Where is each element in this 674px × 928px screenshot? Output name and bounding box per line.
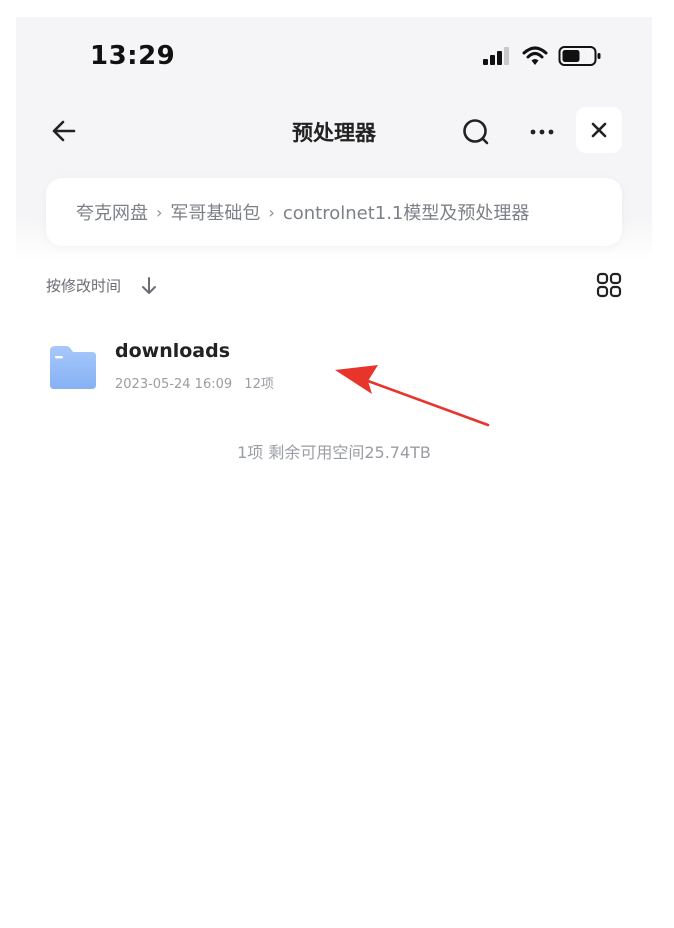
file-list-item[interactable]: downloads 2023-05-24 16:09 12项 xyxy=(46,335,622,401)
folder-icon xyxy=(50,346,96,389)
file-modified-time: 2023-05-24 16:09 xyxy=(115,377,233,392)
search-icon[interactable] xyxy=(460,116,492,148)
breadcrumb-separator: › xyxy=(156,202,163,222)
sort-arrow-down-icon[interactable] xyxy=(140,276,158,296)
status-time: 13:29 xyxy=(90,41,176,71)
battery-icon xyxy=(558,46,601,66)
breadcrumb-item-basic-pack[interactable]: 军哥基础包 xyxy=(170,199,260,225)
wifi-icon xyxy=(522,46,548,65)
sort-toolbar: 按修改时间 xyxy=(46,272,622,300)
storage-summary: 1项 剩余可用空间25.74TB xyxy=(237,443,431,462)
status-icons xyxy=(482,44,602,68)
breadcrumb-item-root[interactable]: 夸克网盘 xyxy=(76,199,148,225)
grid-view-icon[interactable] xyxy=(596,272,622,298)
phone-screen: 13:29 预处理器 夸克网盘 › 军哥基础包 › controlnet1.1模… xyxy=(16,17,652,928)
breadcrumb: 夸克网盘 › 军哥基础包 › controlnet1.1模型及预处理器 xyxy=(46,178,622,246)
file-meta: 2023-05-24 16:09 12项 xyxy=(115,373,282,392)
navigation-bar: 预处理器 xyxy=(16,107,652,157)
more-icon[interactable] xyxy=(526,116,558,148)
breadcrumb-separator: › xyxy=(268,202,275,222)
breadcrumb-item-controlnet[interactable]: controlnet1.1模型及预处理器 xyxy=(283,199,530,225)
signal-icon xyxy=(483,47,509,65)
status-bar: 13:29 xyxy=(16,17,652,97)
sort-by-modified-button[interactable]: 按修改时间 xyxy=(46,275,121,296)
close-icon xyxy=(591,122,607,138)
file-name: downloads xyxy=(115,340,231,362)
file-item-count: 12项 xyxy=(244,377,274,392)
close-button[interactable] xyxy=(576,107,622,153)
